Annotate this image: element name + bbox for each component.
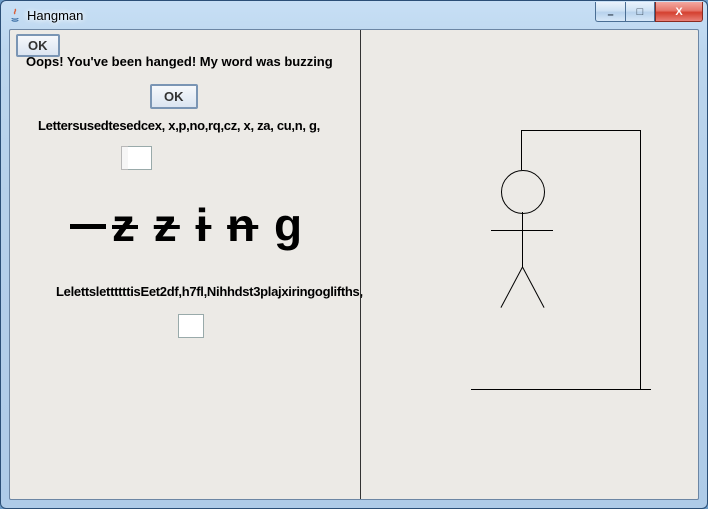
word-slot-blank [70, 224, 106, 229]
client-area: OK Oops! You've been hanged! My word was… [9, 29, 699, 500]
gallows-rope [521, 130, 522, 170]
guess-input-2[interactable] [178, 314, 204, 338]
right-pane [361, 30, 698, 499]
java-icon [7, 7, 23, 23]
hangman-drawing [411, 90, 641, 390]
ok-button[interactable]: OK [150, 84, 198, 109]
window-title: Hangman [27, 8, 83, 23]
word-slot: z [154, 199, 180, 251]
letters-used-label-2: LelettslettttttisEet2df,h7fl,Nihhdst3pla… [56, 284, 363, 299]
hangman-leg-left [500, 267, 522, 308]
app-window: Hangman – □ X OK Oops! You've been hange… [0, 0, 708, 509]
hangman-body [522, 212, 523, 267]
left-pane: Oops! You've been hanged! My word was bu… [10, 30, 360, 499]
window-controls: – □ X [595, 2, 703, 22]
word-slot: z [112, 199, 138, 251]
close-button[interactable]: X [655, 2, 703, 22]
hangman-leg-right [522, 267, 544, 308]
word-slot: i [196, 199, 212, 251]
gallows-base [471, 389, 651, 390]
minimize-button[interactable]: – [595, 2, 625, 22]
maximize-button[interactable]: □ [625, 2, 655, 22]
game-over-message: Oops! You've been hanged! My word was bu… [26, 54, 333, 69]
hangman-arms [491, 230, 553, 231]
gallows-post [640, 130, 641, 390]
gallows-beam [521, 130, 641, 131]
guess-input-1[interactable] [126, 146, 152, 170]
titlebar[interactable]: Hangman – □ X [1, 1, 707, 29]
word-display: z z i n g [70, 198, 305, 252]
letters-used-label-1: Lettersusedtesedcex, x,p,no,rq,cz, x, za… [38, 118, 320, 133]
word-slot: g [274, 199, 305, 251]
hangman-head [501, 170, 545, 214]
word-slot: n [227, 199, 258, 251]
